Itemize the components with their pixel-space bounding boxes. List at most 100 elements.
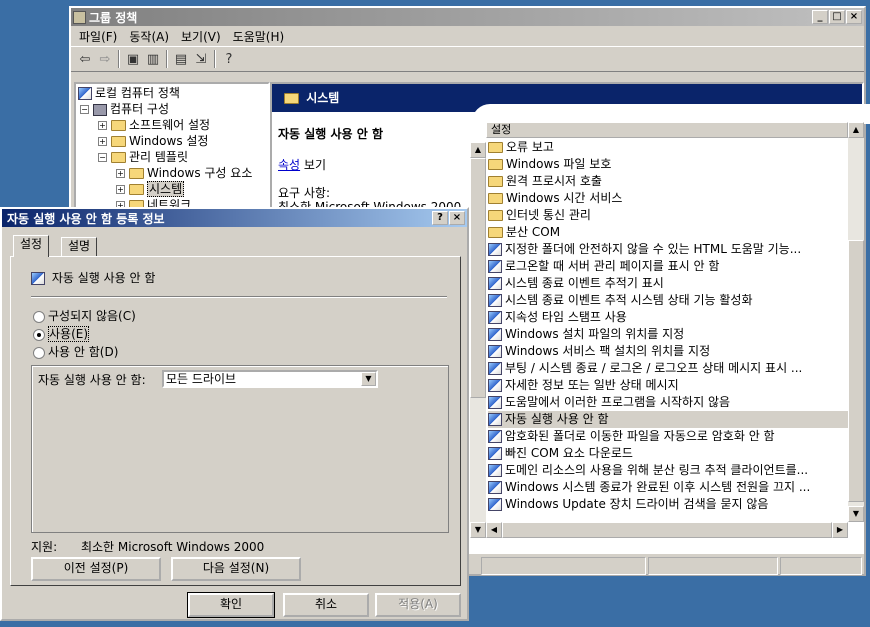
list-item[interactable]: 시스템 종료 이벤트 추적 시스템 상태 기능 활성화 <box>488 292 850 309</box>
list-item[interactable]: 도메인 리소스의 사용을 위해 분산 링크 추적 클라이언트를... <box>488 462 850 479</box>
scroll-down-button[interactable]: ▼ <box>470 522 486 538</box>
next-setting-button[interactable]: 다음 설정(N) <box>171 557 301 581</box>
ok-button[interactable]: 확인 <box>188 593 274 617</box>
previous-setting-button[interactable]: 이전 설정(P) <box>31 557 161 581</box>
expand-icon[interactable]: + <box>116 169 125 178</box>
column-header-setting[interactable]: 설정 <box>486 122 848 138</box>
chevron-down-icon[interactable]: ▼ <box>361 372 376 386</box>
list-item[interactable]: 지정한 폴더에 안전하지 않을 수 있는 HTML 도움말 기능... <box>488 241 850 258</box>
show-hide-tree-icon[interactable]: ▥ <box>143 49 163 69</box>
list-item-label: 자세한 정보 또는 일반 상태 메시지 <box>505 378 679 392</box>
radio-enabled[interactable]: 사용(E) <box>33 325 90 342</box>
collapse-icon[interactable]: − <box>98 153 107 162</box>
properties-suffix: 보기 <box>300 158 326 172</box>
export-list-icon[interactable]: ⇲ <box>191 49 211 69</box>
scroll-thumb[interactable] <box>470 158 486 398</box>
main-title-bar[interactable]: 그룹 정책 _ □ × <box>71 8 864 26</box>
radio-disabled-dot[interactable] <box>33 346 45 359</box>
list-item-label: 원격 프로시저 호출 <box>506 174 602 188</box>
list-item[interactable]: Windows 시스템 종료가 완료된 이후 시스템 전원을 끄지 ... <box>488 479 850 496</box>
dialog-close-button[interactable]: × <box>449 211 465 225</box>
main-window-title: 그룹 정책 <box>89 10 138 25</box>
dialog-title-bar[interactable]: 자동 실행 사용 안 함 등록 정보 ? × <box>2 209 467 227</box>
list-scrollbar[interactable]: ▲ ▼ <box>848 122 864 522</box>
dialog-title: 자동 실행 사용 안 함 등록 정보 <box>7 211 165 226</box>
scroll-up-button[interactable]: ▲ <box>470 142 486 158</box>
list-item[interactable]: 도움말에서 이러한 프로그램을 시작하지 않음 <box>488 394 850 411</box>
menu-action[interactable]: 동작(A) <box>125 28 177 45</box>
list-item[interactable]: Windows 서비스 팩 설치의 위치를 지정 <box>488 343 850 360</box>
options-panel: 자동 실행 사용 안 함: 모든 드라이브 ▼ <box>31 365 449 533</box>
list-item[interactable]: 분산 COM <box>488 224 850 241</box>
list-item[interactable]: 시스템 종료 이벤트 추적기 표시 <box>488 275 850 292</box>
list-item[interactable]: 지속성 타임 스탬프 사용 <box>488 309 850 326</box>
list-scroll-left-button[interactable]: ◀ <box>486 522 502 538</box>
tab-settings[interactable]: 설정 <box>13 235 50 257</box>
policy-setting-icon <box>488 345 502 358</box>
list-hscrollbar[interactable]: ◀ ▶ <box>486 522 848 538</box>
list-item[interactable]: 인터넷 통신 관리 <box>488 207 850 224</box>
list-item[interactable]: 오류 보고 <box>488 139 850 156</box>
properties-link[interactable]: 속성 <box>278 158 300 172</box>
collapse-icon[interactable]: − <box>80 105 89 114</box>
list-item[interactable]: Windows 설치 파일의 위치를 지정 <box>488 326 850 343</box>
tree-windows-settings[interactable]: + Windows 설정 <box>98 133 208 149</box>
tab-explain[interactable]: 설명 <box>61 237 98 257</box>
tree-windows-components[interactable]: + Windows 구성 요소 <box>116 165 252 181</box>
forward-arrow-icon[interactable]: ⇨ <box>95 49 115 69</box>
policy-setting-icon <box>488 464 502 477</box>
list-scroll-up-button[interactable]: ▲ <box>848 122 864 138</box>
radio-not-configured-dot[interactable] <box>33 310 45 323</box>
up-folder-icon[interactable]: ▣ <box>123 49 143 69</box>
policy-setting-icon <box>488 328 502 341</box>
list-scroll-thumb[interactable] <box>848 240 864 502</box>
list-item-label: Windows 파일 보호 <box>506 157 612 171</box>
list-item[interactable]: Windows 파일 보호 <box>488 156 850 173</box>
menu-file[interactable]: 파일(F) <box>75 28 125 45</box>
help-icon[interactable]: ? <box>219 49 239 69</box>
list-hscroll-thumb[interactable] <box>502 522 832 538</box>
list-item[interactable]: Windows 시간 서비스 <box>488 190 850 207</box>
radio-disabled[interactable]: 사용 안 함(D) <box>33 343 118 360</box>
list-item[interactable]: 로그온할 때 서버 관리 페이지를 표시 안 함 <box>488 258 850 275</box>
menu-view[interactable]: 보기(V) <box>177 28 229 45</box>
expand-icon[interactable]: + <box>98 137 107 146</box>
folder-open-icon <box>129 184 144 195</box>
tree-admin-templates[interactable]: − 관리 템플릿 <box>98 149 188 165</box>
properties-icon[interactable]: ▤ <box>171 49 191 69</box>
radio-enabled-dot[interactable] <box>33 328 45 341</box>
supported-value: 최소한 Microsoft Windows 2000 <box>80 540 265 554</box>
list-item[interactable]: 암호화된 폴더로 이동한 파일을 자동으로 암호화 안 함 <box>488 428 850 445</box>
radio-not-configured[interactable]: 구성되지 않음(C) <box>33 307 136 324</box>
list-item[interactable]: 부팅 / 시스템 종료 / 로그온 / 로그오프 상태 메시지 표시 ... <box>488 360 850 377</box>
list-scroll-right-button[interactable]: ▶ <box>832 522 848 538</box>
list-item[interactable]: Windows Update 장치 드라이버 검색을 묻지 않음 <box>488 496 850 513</box>
settings-list[interactable]: 설정 오류 보고 Windows 파일 보호원격 프로시저 호출 Windows 시… <box>486 122 864 540</box>
minimize-button[interactable]: _ <box>812 10 828 24</box>
policy-setting-icon <box>488 498 502 511</box>
menu-help[interactable]: 도움말(H) <box>229 28 293 45</box>
list-item[interactable]: 원격 프로시저 호출 <box>488 173 850 190</box>
description-scrollbar[interactable]: ▲ ▼ <box>470 142 486 538</box>
expand-icon[interactable]: + <box>98 121 107 130</box>
list-item-label: 자동 실행 사용 안 함 <box>505 412 609 426</box>
list-item-label: Windows 시간 서비스 <box>506 191 623 205</box>
cancel-button[interactable]: 취소 <box>283 593 369 617</box>
dialog-help-button[interactable]: ? <box>432 211 448 225</box>
list-item[interactable]: 자세한 정보 또는 일반 상태 메시지 <box>488 377 850 394</box>
list-item[interactable]: 자동 실행 사용 안 함 <box>488 411 850 428</box>
tree-software-settings[interactable]: + 소프트웨어 설정 <box>98 117 210 133</box>
list-item[interactable]: 빠진 COM 요소 다운로드 <box>488 445 850 462</box>
expand-icon[interactable]: + <box>116 185 125 194</box>
list-scroll-down-button[interactable]: ▼ <box>848 506 864 522</box>
close-button[interactable]: × <box>846 10 862 24</box>
back-arrow-icon[interactable]: ⇦ <box>75 49 95 69</box>
tree-system[interactable]: + 시스템 <box>116 181 185 197</box>
supported-row: 지원: 최소한 Microsoft Windows 2000 <box>31 538 264 555</box>
computer-icon <box>93 103 107 116</box>
tree-computer-config[interactable]: − 컴퓨터 구성 <box>80 101 169 117</box>
apply-button[interactable]: 적용(A) <box>375 593 461 617</box>
drive-type-select[interactable]: 모든 드라이브 ▼ <box>162 370 378 388</box>
maximize-button[interactable]: □ <box>829 10 845 24</box>
tree-root[interactable]: 로컬 컴퓨터 정책 <box>78 85 180 101</box>
